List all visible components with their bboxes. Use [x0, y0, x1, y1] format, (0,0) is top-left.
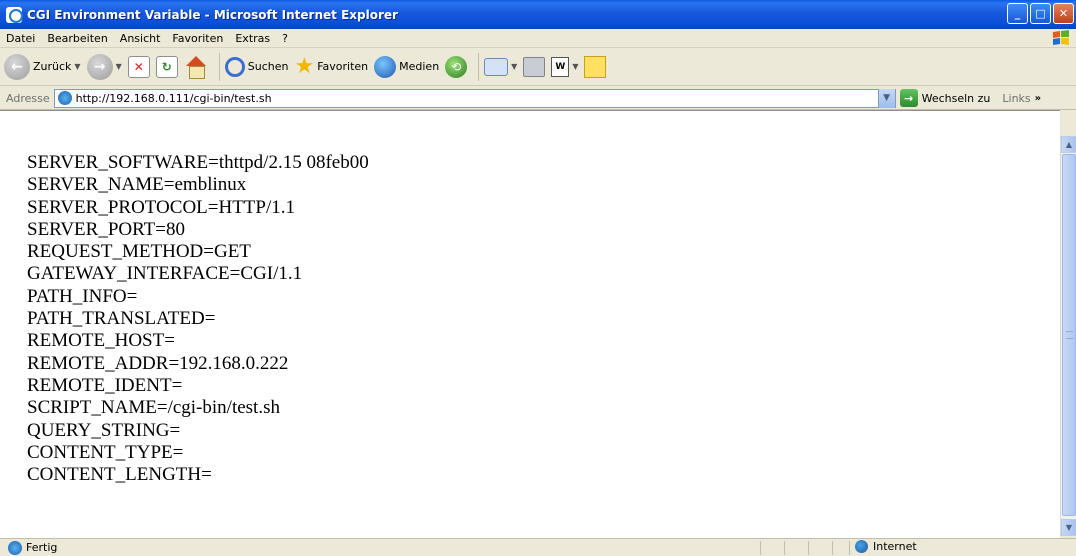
content-top: [0, 110, 1060, 138]
address-label: Adresse: [6, 91, 50, 105]
stop-icon: ✕: [127, 55, 150, 78]
env-variable-list: SERVER_SOFTWARE=thttpd/2.15 08feb00 SERV…: [27, 152, 369, 486]
edit-button[interactable]: W ▼: [551, 56, 578, 77]
address-bar: Adresse http://192.168.0.111/cgi-bin/tes…: [0, 87, 1076, 110]
home-button[interactable]: [184, 55, 208, 79]
title-bar[interactable]: CGI Environment Variable - Microsoft Int…: [0, 0, 1076, 29]
page-icon: [56, 90, 73, 106]
refresh-button[interactable]: ↻: [155, 55, 178, 78]
printer-icon: [523, 56, 546, 77]
status-bar: Fertig Internet: [0, 538, 1076, 556]
media-icon: [374, 55, 397, 78]
env-line: SERVER_PROTOCOL=HTTP/1.1: [27, 196, 296, 218]
print-button[interactable]: [523, 56, 546, 77]
notes-button[interactable]: [584, 55, 607, 78]
env-line: PATH_TRANSLATED=: [27, 308, 216, 330]
menu-bar: Datei Bearbeiten Ansicht Favoriten Extra…: [0, 29, 1076, 48]
menu-bearbeiten[interactable]: Bearbeiten: [41, 32, 113, 45]
menu-datei[interactable]: Datei: [0, 32, 41, 45]
chevron-down-icon[interactable]: ▼: [572, 62, 578, 71]
address-dropdown-icon[interactable]: ▼: [877, 88, 895, 108]
back-button[interactable]: ← Zurück ▼: [4, 53, 81, 80]
toolbar-separator: [218, 52, 220, 81]
globe-icon: [855, 540, 868, 553]
env-line: PATH_INFO=: [27, 285, 138, 307]
links-button[interactable]: Links: [1002, 92, 1030, 105]
env-line: REMOTE_IDENT=: [27, 374, 183, 396]
toolbar-separator: [478, 52, 480, 81]
stop-button[interactable]: ✕: [127, 55, 150, 78]
minimize-button[interactable]: _: [1007, 3, 1028, 24]
word-icon: W: [551, 56, 570, 77]
mail-icon: [484, 57, 509, 76]
menu-favoriten[interactable]: Favoriten: [166, 32, 229, 45]
env-line: SERVER_PORT=80: [27, 218, 185, 240]
status-divider: [832, 541, 833, 555]
maximize-button[interactable]: □: [1030, 3, 1051, 24]
menu-ansicht[interactable]: Ansicht: [114, 32, 167, 45]
search-label: Suchen: [247, 60, 289, 73]
env-line: CONTENT_LENGTH=: [27, 464, 212, 486]
sticky-note-icon: [584, 55, 607, 78]
history-icon: ⟲: [445, 55, 468, 78]
status-divider: [808, 541, 809, 555]
env-line: SCRIPT_NAME=/cgi-bin/test.sh: [27, 397, 280, 419]
star-icon: ★: [294, 53, 315, 79]
address-url[interactable]: http://192.168.0.111/cgi-bin/test.sh: [76, 92, 272, 105]
scroll-down-icon[interactable]: ▼: [1061, 519, 1076, 536]
env-line: SERVER_NAME=emblinux: [27, 174, 247, 196]
page-done-icon: [8, 540, 22, 555]
status-text: Fertig: [26, 541, 58, 554]
history-button[interactable]: ⟲: [445, 55, 468, 78]
scroll-thumb[interactable]: [1062, 154, 1076, 516]
ie-logo-icon: [6, 6, 23, 23]
env-line: QUERY_STRING=: [27, 419, 181, 441]
home-icon: [184, 55, 208, 79]
forward-button[interactable]: → ▼: [86, 53, 122, 80]
zone-label: Internet: [873, 540, 917, 553]
toolbar: ← Zurück ▼ → ▼ ✕ ↻ Suchen ★ Favoriten Me…: [0, 48, 1076, 86]
forward-arrow-icon: →: [86, 53, 113, 80]
windows-flag-icon: [1053, 30, 1069, 45]
go-arrow-icon: →: [899, 89, 918, 107]
media-button[interactable]: Medien: [374, 55, 440, 78]
scroll-up-icon[interactable]: ▲: [1061, 136, 1076, 153]
status-divider: [784, 541, 785, 555]
status-divider: [849, 541, 850, 555]
window-controls: _ □ ✕: [1007, 3, 1074, 24]
back-label: Zurück: [33, 60, 72, 73]
scroll-grip: [1066, 331, 1073, 339]
env-line: REMOTE_HOST=: [27, 330, 175, 352]
env-line: GATEWAY_INTERFACE=CGI/1.1: [27, 263, 303, 285]
menu-help[interactable]: ?: [276, 32, 294, 45]
back-arrow-icon: ←: [4, 53, 30, 80]
favorites-button[interactable]: ★ Favoriten: [294, 53, 369, 79]
close-button[interactable]: ✕: [1053, 3, 1074, 24]
favorites-label: Favoriten: [317, 60, 369, 73]
search-icon: [224, 56, 245, 77]
chevron-down-icon[interactable]: ▼: [116, 62, 122, 71]
menu-extras[interactable]: Extras: [229, 32, 276, 45]
status-divider: [760, 541, 761, 555]
security-zone[interactable]: Internet: [855, 540, 917, 553]
window-title: CGI Environment Variable - Microsoft Int…: [27, 7, 398, 22]
chevron-down-icon[interactable]: ▼: [511, 62, 517, 71]
address-input[interactable]: http://192.168.0.111/cgi-bin/test.sh ▼: [53, 88, 896, 108]
go-button[interactable]: → Wechseln zu: [899, 89, 991, 107]
media-label: Medien: [399, 60, 440, 73]
search-button[interactable]: Suchen: [224, 56, 289, 77]
links-chevron-icon[interactable]: »: [1035, 93, 1041, 104]
env-line: SERVER_SOFTWARE=thttpd/2.15 08feb00: [27, 152, 369, 173]
refresh-icon: ↻: [155, 55, 178, 78]
env-line: CONTENT_TYPE=: [27, 441, 184, 463]
env-line: REMOTE_ADDR=192.168.0.222: [27, 352, 289, 374]
go-label: Wechseln zu: [921, 91, 991, 105]
vertical-scrollbar[interactable]: ▲ ▼: [1060, 136, 1076, 536]
mail-button[interactable]: ▼: [484, 57, 517, 76]
env-line: REQUEST_METHOD=GET: [27, 241, 251, 263]
chevron-down-icon[interactable]: ▼: [74, 62, 80, 71]
